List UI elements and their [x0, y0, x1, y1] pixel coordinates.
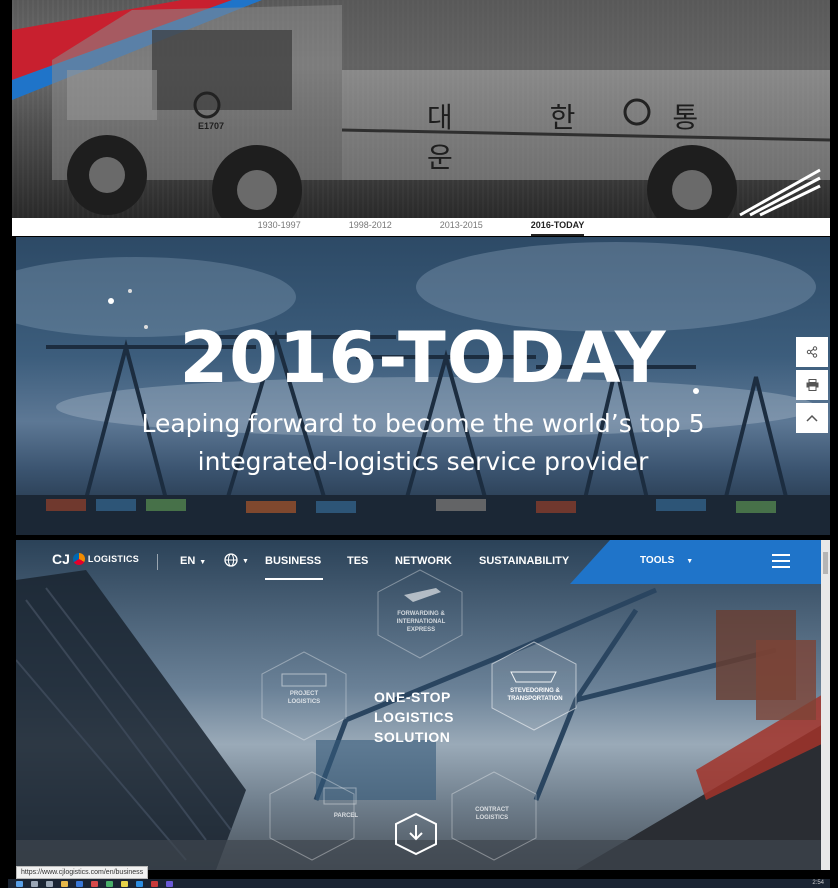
timeline-tabs: 1930-1997 1998-2012 2013-2015 2016-TODAY — [12, 218, 830, 236]
chevron-up-icon[interactable] — [796, 403, 828, 433]
app-icon[interactable] — [166, 880, 173, 887]
status-bar-url: https://www.cjlogistics.com/en/business — [16, 866, 149, 879]
chevron-down-icon: ▼ — [242, 557, 249, 565]
app-icon[interactable] — [151, 880, 158, 887]
logo-text: LOGISTICS — [87, 554, 140, 564]
logo-mark-icon — [72, 553, 85, 565]
global-site-select[interactable]: ▼ — [224, 553, 249, 567]
nav-tes[interactable]: TES — [347, 555, 368, 567]
vertical-scrollbar[interactable] — [821, 540, 830, 870]
nav-network[interactable]: NETWORK — [395, 555, 452, 567]
timeline-tab-1930[interactable]: 1930-1997 — [234, 218, 325, 236]
share-icon[interactable] — [796, 337, 828, 367]
hero-subtitle-line2: integrated-logistics service provider — [197, 447, 649, 476]
truck-plate: E1707 — [198, 121, 225, 131]
edge-icon[interactable] — [76, 880, 83, 887]
timeline-tab-2016[interactable]: 2016-TODAY — [507, 218, 609, 236]
nav-active-indicator — [265, 578, 323, 580]
nav-sustainability[interactable]: SUSTAINABILITY — [479, 555, 569, 567]
hex-contract[interactable]: CONTRACT LOGISTICS — [466, 806, 518, 822]
side-tools — [796, 337, 828, 433]
chevron-down-icon: ▼ — [199, 559, 207, 566]
language-select[interactable]: EN ▼ — [180, 555, 206, 567]
hero-subtitle: Leaping forward to become the world’s to… — [56, 405, 790, 481]
cj-logistics-logo[interactable]: CJ LOGISTICS — [52, 551, 139, 567]
app-icon[interactable] — [91, 880, 98, 887]
hex-forwarding[interactable]: FORWARDING & INTERNATIONAL EXPRESS — [388, 610, 454, 634]
print-icon[interactable] — [796, 370, 828, 400]
hex-stevedoring[interactable]: STEVEDORING & TRANSPORTATION — [502, 687, 568, 703]
taskbar-clock[interactable]: 2:54 — [812, 879, 824, 888]
tools-dropdown[interactable]: TOOLS ▼ — [640, 555, 693, 566]
app-icon[interactable] — [106, 880, 113, 887]
hex-project[interactable]: PROJECT LOGISTICS — [274, 690, 334, 706]
homepage-section: CJ LOGISTICS EN ▼ ▼ BUSINESS TES NETWORK … — [16, 540, 830, 870]
logo-cj: CJ — [52, 551, 70, 567]
main-nav: CJ LOGISTICS EN ▼ ▼ BUSINESS TES NETWORK … — [16, 540, 830, 584]
timeline-tab-1998[interactable]: 1998-2012 — [325, 218, 416, 236]
tools-label: TOOLS — [640, 555, 675, 566]
center-title-line2: LOGISTICS — [374, 709, 454, 725]
language-label: EN — [180, 555, 196, 567]
file-explorer-icon[interactable] — [61, 880, 68, 887]
scrollbar-thumb[interactable] — [823, 552, 828, 574]
center-title-line1: ONE-STOP — [374, 689, 451, 705]
nav-business[interactable]: BUSINESS — [265, 555, 321, 567]
app-icon[interactable] — [121, 880, 128, 887]
history-photo-section: 대 한 통 운 E1707 — [12, 0, 830, 218]
task-view-icon[interactable] — [46, 880, 53, 887]
windows-taskbar: 2:54 — [8, 879, 830, 888]
hamburger-menu-icon[interactable] — [772, 554, 790, 572]
windows-start-icon[interactable] — [16, 880, 23, 887]
hero-subtitle-line1: Leaping forward to become the world’s to… — [141, 409, 705, 438]
search-icon[interactable] — [31, 880, 38, 887]
globe-icon — [224, 553, 238, 567]
center-title-line3: SOLUTION — [374, 729, 451, 745]
hero-2016-section: 2016-TODAY Leaping forward to become the… — [16, 237, 830, 535]
timeline-tab-2013[interactable]: 2013-2015 — [416, 218, 507, 236]
hex-parcel[interactable]: PARCEL — [316, 812, 376, 820]
app-icon[interactable] — [136, 880, 143, 887]
chevron-down-icon: ▼ — [686, 558, 694, 565]
tools-wedge-background — [570, 540, 830, 584]
hero-center-title: ONE-STOP LOGISTICS SOLUTION — [374, 687, 454, 747]
logo-divider — [157, 554, 158, 570]
hero-title: 2016-TODAY — [179, 317, 667, 399]
truck-lettering: 대 한 통 운 — [427, 101, 743, 174]
